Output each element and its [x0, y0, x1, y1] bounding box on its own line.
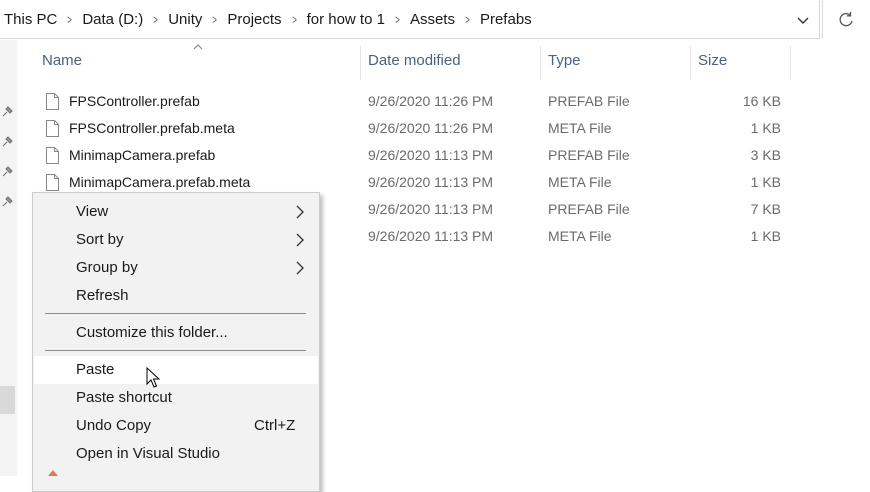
file-date: 9/26/2020 11:13 PM [368, 201, 494, 217]
file-type: PREFAB File [548, 147, 630, 163]
menu-item-paste[interactable]: Paste [34, 356, 318, 384]
chevron-right-icon [296, 205, 304, 219]
menu-item-label: Refresh [76, 287, 129, 304]
menu-item-label: Open in Visual Studio [76, 445, 220, 462]
breadcrumb-separator-icon[interactable]: > [62, 12, 77, 27]
file-date: 9/26/2020 11:13 PM [368, 174, 494, 190]
menu-item-label: Paste [76, 361, 115, 378]
column-divider[interactable] [690, 46, 691, 80]
pin-icon [2, 136, 13, 147]
file-size: 16 KB [742, 93, 781, 109]
file-row[interactable]: MinimapCamera.prefab 9/26/2020 11:13 PM … [40, 142, 785, 169]
menu-item-label: Sort by [76, 231, 124, 248]
menu-item-label: View [76, 203, 109, 220]
file-row[interactable]: FPSController.prefab 9/26/2020 11:26 PM … [40, 88, 785, 115]
address-bar[interactable]: This PC > Data (D:) > Unity > Projects >… [0, 0, 820, 39]
file-type: META File [548, 228, 612, 244]
sort-ascending-icon [193, 44, 203, 50]
pin-icon [2, 166, 13, 177]
menu-separator [45, 313, 306, 314]
file-size: 1 KB [750, 228, 781, 244]
breadcrumb-separator-icon[interactable]: > [148, 12, 163, 27]
breadcrumb: This PC > Data (D:) > Unity > Projects >… [4, 11, 532, 28]
breadcrumb-unity[interactable]: Unity [168, 11, 202, 28]
navigation-selected-item[interactable] [0, 386, 15, 414]
menu-item-view[interactable]: View [34, 198, 318, 226]
chevron-right-icon [296, 261, 304, 275]
pin-icon [2, 106, 13, 117]
menu-item-paste-shortcut[interactable]: Paste shortcut [34, 384, 318, 412]
file-row[interactable]: FPSController.prefab.meta 9/26/2020 11:2… [40, 115, 785, 142]
file-date: 9/26/2020 11:13 PM [368, 228, 494, 244]
file-size: 3 KB [750, 147, 781, 163]
breadcrumb-projects[interactable]: Projects [227, 11, 281, 28]
menu-item-label: Paste shortcut [76, 389, 172, 406]
menu-item-customize-folder[interactable]: Customize this folder... [34, 319, 318, 347]
file-name: MinimapCamera.prefab [69, 147, 216, 163]
file-date: 9/26/2020 11:26 PM [368, 93, 494, 109]
refresh-button[interactable] [822, 1, 868, 39]
file-type: META File [548, 174, 612, 190]
file-size: 1 KB [750, 174, 781, 190]
column-header-date-modified[interactable]: Date modified [368, 52, 461, 76]
file-icon [46, 93, 59, 110]
file-date: 9/26/2020 11:13 PM [368, 147, 494, 163]
file-icon [46, 147, 59, 164]
column-divider[interactable] [360, 46, 361, 80]
breadcrumb-this-pc[interactable]: This PC [4, 11, 57, 28]
pin-icon [2, 196, 13, 207]
file-name: FPSController.prefab [69, 93, 200, 109]
menu-item-label: Group by [76, 259, 138, 276]
breadcrumb-for-how-to-1[interactable]: for how to 1 [307, 11, 385, 28]
chevron-down-icon[interactable] [793, 12, 813, 30]
file-type: PREFAB File [548, 201, 630, 217]
menu-item-refresh[interactable]: Refresh [34, 282, 318, 310]
column-header-size[interactable]: Size [698, 52, 727, 76]
breadcrumb-data-drive[interactable]: Data (D:) [82, 11, 143, 28]
menu-item-undo-copy[interactable]: Undo Copy Ctrl+Z [34, 412, 318, 440]
keyboard-shortcut: Ctrl+Z [254, 417, 296, 434]
file-date: 9/26/2020 11:26 PM [368, 120, 494, 136]
menu-item-open-in-visual-studio[interactable]: Open in Visual Studio [34, 440, 318, 468]
column-header-type[interactable]: Type [548, 52, 581, 76]
chevron-right-icon [296, 233, 304, 247]
file-name: FPSController.prefab.meta [69, 120, 235, 136]
menu-item-sort-by[interactable]: Sort by [34, 226, 318, 254]
file-type: META File [548, 120, 612, 136]
column-divider[interactable] [540, 46, 541, 80]
file-type: PREFAB File [548, 93, 630, 109]
menu-item-label: Undo Copy [76, 417, 152, 434]
context-menu: View Sort by Group by Refresh Customize … [32, 192, 320, 492]
file-size: 7 KB [750, 201, 781, 217]
breadcrumb-separator-icon[interactable]: > [460, 12, 475, 27]
breadcrumb-separator-icon[interactable]: > [390, 12, 405, 27]
file-size: 1 KB [750, 120, 781, 136]
menu-item-icon [48, 470, 58, 476]
menu-separator [45, 350, 306, 351]
breadcrumb-prefabs[interactable]: Prefabs [480, 11, 532, 28]
file-icon [46, 120, 59, 137]
file-icon [46, 174, 59, 191]
menu-item-group-by[interactable]: Group by [34, 254, 318, 282]
breadcrumb-separator-icon[interactable]: > [207, 12, 222, 27]
file-name: MinimapCamera.prefab.meta [69, 174, 251, 190]
column-header-name[interactable]: Name [42, 52, 82, 76]
breadcrumb-assets[interactable]: Assets [410, 11, 455, 28]
mouse-pointer-icon [146, 367, 160, 388]
breadcrumb-separator-icon[interactable]: > [287, 12, 302, 27]
column-divider[interactable] [790, 46, 791, 80]
refresh-icon [839, 12, 853, 27]
menu-item-label: Customize this folder... [76, 324, 228, 341]
